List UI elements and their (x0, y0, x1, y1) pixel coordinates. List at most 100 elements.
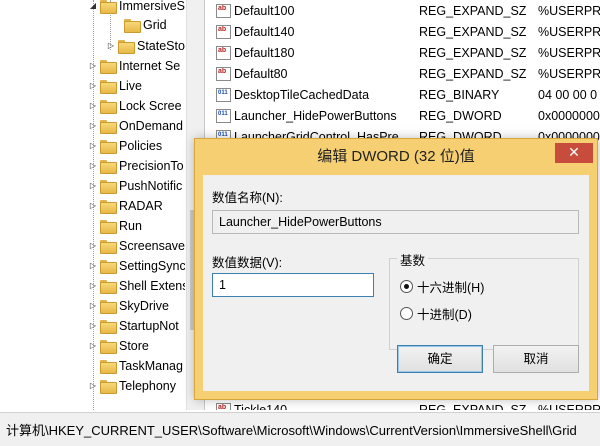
folder-icon (100, 60, 117, 74)
tree-item[interactable]: ▷ Lock Scree (88, 96, 182, 116)
folder-icon (100, 360, 117, 374)
binary-value-icon: 011 (216, 109, 231, 123)
value-type-cell: REG_EXPAND_SZ (419, 403, 527, 410)
expand-arrow-icon[interactable]: ▷ (88, 376, 98, 396)
edit-dword-dialog: 编辑 DWORD (32 位)值 ✕ 数值名称(N): Launcher_Hid… (194, 138, 598, 400)
expand-arrow-icon[interactable]: ▷ (88, 336, 98, 356)
radio-hex[interactable]: 十六进制(H) (400, 277, 484, 296)
value-data-cell: %USERPRO (538, 403, 600, 410)
tree-item[interactable]: ▷ Store (88, 336, 149, 356)
expand-arrow-icon[interactable]: ▷ (88, 316, 98, 336)
tree-item[interactable]: ▷ Shell Extens (88, 276, 185, 296)
string-value-icon: ab (216, 4, 231, 18)
tree-item-label: Grid (143, 18, 167, 32)
list-item[interactable]: 011 DesktopTileCachedData REG_BINARY 04 00 … (208, 85, 600, 106)
tree-item[interactable]: ▷ PrecisionTo (88, 156, 184, 176)
tree-item-label: StartupNot (119, 319, 179, 333)
tree-item[interactable]: ▷ RADAR (88, 196, 163, 216)
list-item[interactable]: 011 Launcher_HidePowerButtons REG_DWORD 0x0… (208, 106, 600, 127)
registry-tree[interactable]: ◢ ImmersiveS Grid ▷ StateSto ▷ Internet Se ▷ Liv… (0, 0, 205, 410)
radio-hex-indicator[interactable] (400, 280, 413, 293)
tree-item[interactable]: ▷ StartupNot (88, 316, 179, 336)
tree-item-label: Run (119, 219, 142, 233)
list-item[interactable]: abDefault140 REG_EXPAND_SZ %USERPRO (208, 22, 600, 43)
tree-item[interactable]: ◢ ImmersiveS (88, 0, 185, 16)
tree-item[interactable]: ▷ Screensave (88, 236, 185, 256)
base-group-label: 基数 (397, 250, 429, 269)
folder-icon (100, 180, 117, 194)
tree-item[interactable]: ▷ PushNotific (88, 176, 182, 196)
tree-item-label: Store (119, 339, 149, 353)
cancel-button[interactable]: 取消 (493, 345, 579, 373)
tree-item[interactable]: ▷ Policies (88, 136, 162, 156)
value-data-cell: 04 00 00 0 (538, 88, 598, 102)
tree-item-label: Policies (119, 139, 163, 153)
folder-icon (100, 320, 117, 334)
value-data-cell: %USERPRO (538, 46, 600, 60)
expand-arrow-icon[interactable]: ▷ (88, 256, 98, 276)
expand-arrow-icon[interactable]: ▷ (88, 56, 98, 76)
tree-item[interactable]: TaskManag (88, 356, 183, 376)
expand-arrow-icon[interactable]: ▷ (88, 76, 98, 96)
value-name-cell: Default180 (234, 46, 295, 60)
folder-icon (100, 120, 117, 134)
folder-icon (100, 100, 117, 114)
expand-arrow-icon[interactable]: ▷ (88, 176, 98, 196)
value-data-label: 数值数据(V): (212, 256, 283, 270)
close-icon: ✕ (568, 144, 580, 160)
tree-item-label: TaskManag (119, 359, 183, 373)
tree-item-label: Live (119, 79, 142, 93)
folder-icon (100, 140, 117, 154)
tree-item[interactable]: ▷ SettingSync (88, 256, 185, 276)
tree-item[interactable]: ▷ SkyDrive (88, 296, 169, 316)
binary-value-icon: 011 (216, 88, 231, 102)
value-name-cell: Default100 (234, 4, 295, 18)
folder-icon (100, 280, 117, 294)
tree-item[interactable]: ▷ Telephony (88, 376, 176, 396)
expand-arrow-icon[interactable]: ▷ (88, 196, 98, 216)
tree-item[interactable]: Run (88, 216, 142, 236)
list-item[interactable]: abTickle140 REG_EXPAND_SZ %USERPRO (208, 400, 600, 410)
folder-icon (118, 40, 135, 54)
expand-arrow-icon[interactable]: ▷ (88, 296, 98, 316)
expand-arrow-icon[interactable]: ▷ (88, 156, 98, 176)
expand-arrow-icon[interactable]: ▷ (88, 96, 98, 116)
expand-arrow-icon[interactable]: ▷ (88, 116, 98, 136)
value-data-cell: 0x0000000 (538, 109, 600, 123)
radio-dec[interactable]: 十进制(D) (400, 304, 472, 323)
tree-item-label: Shell Extens (119, 279, 185, 293)
list-item[interactable]: abDefault180 REG_EXPAND_SZ %USERPRO (208, 43, 600, 64)
value-data-cell: %USERPRO (538, 67, 600, 81)
tree-item[interactable]: ▷ Live (88, 76, 142, 96)
expanded-arrow-icon[interactable]: ◢ (88, 0, 98, 16)
expand-arrow-icon[interactable]: ▷ (88, 276, 98, 296)
value-type-cell: REG_EXPAND_SZ (419, 25, 527, 39)
value-type-cell: REG_EXPAND_SZ (419, 67, 527, 81)
expand-arrow-icon[interactable]: ▷ (106, 36, 116, 56)
close-button[interactable]: ✕ (555, 143, 593, 163)
dialog-body: 数值名称(N): Launcher_HidePowerButtons 数值数据(… (203, 175, 589, 391)
folder-icon (100, 0, 117, 14)
value-name-cell: DesktopTileCachedData (234, 88, 370, 102)
tree-item[interactable]: ▷ Internet Se (88, 56, 180, 76)
value-data-cell: %USERPRO (538, 25, 600, 39)
value-data-input[interactable]: 1 (212, 273, 374, 297)
expand-arrow-icon[interactable]: ▷ (88, 136, 98, 156)
tree-item-label: SkyDrive (119, 299, 170, 313)
tree-item[interactable]: ▷ OnDemand (88, 116, 183, 136)
tree-item[interactable]: ▷ StateSto (106, 36, 185, 56)
folder-icon (100, 260, 117, 274)
list-item[interactable]: abDefault80 REG_EXPAND_SZ %USERPRO (208, 64, 600, 85)
radio-hex-label: 十六进制(H) (417, 281, 485, 295)
tree-item[interactable]: Grid (112, 15, 167, 35)
value-name-label: 数值名称(N): (212, 191, 283, 205)
radio-dec-indicator[interactable] (400, 307, 413, 320)
value-name-field[interactable]: Launcher_HidePowerButtons (212, 210, 579, 234)
tree-item-label: SettingSync (119, 259, 185, 273)
expand-arrow-icon[interactable]: ▷ (88, 236, 98, 256)
ok-button[interactable]: 确定 (397, 345, 483, 373)
value-type-cell: REG_DWORD (419, 109, 502, 123)
list-item[interactable]: abDefault100 REG_EXPAND_SZ %USERPRO (208, 1, 600, 22)
folder-icon (124, 19, 141, 33)
value-name-cell: Launcher_HidePowerButtons (234, 109, 397, 123)
